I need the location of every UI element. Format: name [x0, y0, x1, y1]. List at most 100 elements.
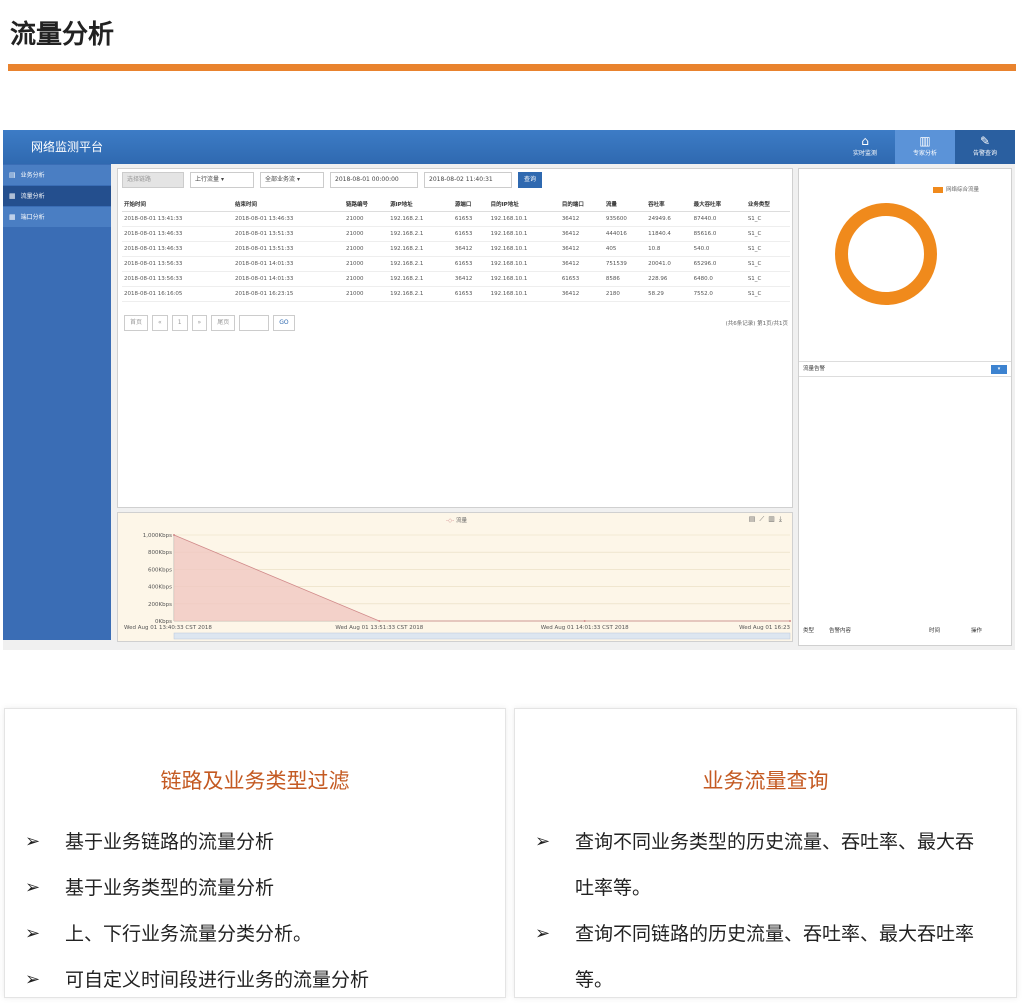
table-cell: 21000 — [343, 226, 389, 242]
table-row[interactable]: 2018-08-01 13:46:33 2018-08-01 13:51:33 21… — [122, 226, 790, 242]
table-row[interactable]: 2018-08-01 13:56:33 2018-08-01 14:01:33 21… — [122, 271, 790, 287]
download-icon[interactable]: ⤓ — [779, 515, 786, 523]
table-cell: 192.168.2.1 — [388, 226, 453, 242]
table-row[interactable]: 2018-08-01 13:46:33 2018-08-01 13:51:33 21… — [122, 241, 790, 257]
first-page-button[interactable]: 首页 — [124, 315, 149, 331]
app-screenshot: 网络监测平台 ⌂ 实时监测 ▥ 专家分析 ✎ 告警查询 ▤ 业务分析 ▦ 流量分析 … — [3, 130, 1015, 650]
table-cell: 2018-08-01 13:41:33 — [122, 211, 233, 227]
sidebar-item-label: 端口分析 — [20, 214, 45, 221]
table-cell: 2018-08-01 13:46:33 — [232, 211, 344, 227]
table-column-header[interactable]: 链路编号 — [343, 197, 389, 212]
table-cell: 192.168.2.1 — [388, 271, 453, 287]
list-item: ➢ 查询不同链路的历史流量、吞吐率、最大吞吐率等。 — [535, 911, 975, 1003]
zoom-slider[interactable] — [173, 632, 791, 640]
alarm-col-time: 时间 — [929, 628, 941, 634]
list-item: ➢ 可自定义时间段进行业务的流量分析 — [25, 957, 495, 1003]
data-view-icon[interactable]: ▤ — [749, 515, 760, 523]
direction-select[interactable]: 上行流量 ▾ — [190, 172, 254, 188]
sidebar-item-service-analysis[interactable]: ▤ 业务分析 — [3, 165, 111, 185]
table-cell: 58.29 — [646, 286, 692, 302]
next-page-button[interactable]: » — [191, 315, 208, 331]
table-column-header[interactable]: 开始时间 — [122, 197, 233, 212]
grid-icon: ▦ — [9, 213, 16, 221]
donut-chart — [835, 203, 937, 305]
table-cell: 192.168.2.1 — [388, 286, 453, 302]
table-cell: 2018-08-01 14:01:33 — [232, 271, 344, 287]
link-select[interactable]: 选择链路 — [122, 172, 184, 188]
feature-card-query: 业务流量查询 ➢ 查询不同业务类型的历史流量、吞吐率、最大吞吐率等。 ➢ 查询不同链… — [514, 708, 1017, 998]
y-tick-label: 200Kbps — [148, 602, 172, 608]
data-point — [583, 620, 586, 622]
list-item-text: 可自定义时间段进行业务的流量分析 — [65, 969, 370, 991]
table-cell: 751539 — [603, 256, 647, 272]
table-cell: 21000 — [343, 211, 389, 227]
search-button[interactable]: 查询 — [518, 172, 543, 188]
table-column-header[interactable]: 业务类型 — [745, 197, 790, 212]
table-row[interactable]: 2018-08-01 13:41:33 2018-08-01 13:46:33 21… — [122, 211, 790, 227]
pie-legend[interactable]: 网络综合流量 — [933, 185, 979, 193]
go-button[interactable]: GO — [273, 315, 295, 331]
bar-chart-icon[interactable]: ▥ — [768, 515, 779, 523]
table-cell: 192.168.2.1 — [388, 211, 453, 227]
title-divider — [8, 64, 1016, 71]
end-time-input[interactable]: 2018-08-02 11:40:31 — [424, 172, 512, 188]
card-title: 链路及业务类型过滤 — [160, 769, 350, 793]
table-cell: 192.168.2.1 — [388, 241, 453, 257]
page-jump-input[interactable] — [239, 315, 270, 331]
table-header-row: 开始时间 结束时间 链路编号 源IP地址 源端口 目的IP地址 目的端口 流量 吞吐率 最大吞吐率… — [122, 197, 790, 212]
last-page-button[interactable]: 尾页 — [211, 315, 236, 331]
list-item-text: 基于业务类型的流量分析 — [65, 877, 275, 899]
service-select[interactable]: 全部业务流 ▾ — [260, 172, 324, 188]
table-cell: 2018-08-01 13:46:33 — [122, 226, 233, 242]
card-list: ➢ 查询不同业务类型的历史流量、吞吐率、最大吞吐率等。 ➢ 查询不同链路的历史流量、… — [535, 819, 975, 1003]
table-cell: 21000 — [343, 271, 389, 287]
line-chart-icon[interactable]: ⟋ — [759, 515, 768, 523]
arrow-bullet-icon: ➢ — [25, 877, 41, 898]
table-cell: 11840.4 — [646, 226, 692, 242]
sidebar-item-traffic-analysis[interactable]: ▦ 流量分析 — [3, 186, 111, 206]
table-column-header[interactable]: 结束时间 — [232, 197, 344, 212]
table-cell: 36412 — [559, 241, 604, 257]
table-cell: S1_C — [745, 271, 790, 287]
table-row[interactable]: 2018-08-01 16:16:05 2018-08-01 16:23:15 21… — [122, 286, 790, 302]
table-cell: 2018-08-01 13:56:33 — [122, 256, 233, 272]
chart-svg: 1,000Kbps800Kbps600Kbps400Kbps200Kbps0Kb… — [124, 533, 791, 640]
table-cell: 21000 — [343, 286, 389, 302]
table-cell: 10.8 — [646, 241, 692, 257]
table-row[interactable]: 2018-08-01 13:56:33 2018-08-01 14:01:33 21… — [122, 256, 790, 272]
start-time-input[interactable]: 2018-08-01 00:00:00 — [330, 172, 418, 188]
sidebar-item-port-analysis[interactable]: ▦ 端口分析 — [3, 207, 111, 227]
prev-page-button[interactable]: « — [152, 315, 168, 331]
legend-swatch — [933, 186, 943, 193]
arrow-bullet-icon: ➢ — [25, 969, 41, 990]
top-tabs: ⌂ 实时监测 ▥ 专家分析 ✎ 告警查询 — [835, 130, 1015, 164]
legend-marker-icon: -◇- — [446, 518, 455, 524]
table-cell: 228.96 — [646, 271, 692, 287]
table-cell: 192.168.10.1 — [488, 211, 560, 227]
table-cell: S1_C — [745, 286, 790, 302]
table-cell: 36412 — [559, 226, 604, 242]
alarm-dropdown-button[interactable]: ▾ — [991, 365, 1007, 374]
page-number[interactable]: 1 — [171, 315, 188, 331]
table-cell: 2018-08-01 16:23:15 — [232, 286, 344, 302]
table-column-header[interactable]: 源端口 — [452, 197, 489, 212]
table-cell: 192.168.2.1 — [388, 256, 453, 272]
page-info: (共6条记录) 第1页/共1页 — [725, 321, 788, 327]
table-column-header[interactable]: 最大吞吐率 — [691, 197, 746, 212]
table-cell: 20041.0 — [646, 256, 692, 272]
table-cell: S1_C — [745, 226, 790, 242]
table-column-header[interactable]: 源IP地址 — [388, 197, 453, 212]
tab-alarm-query[interactable]: ✎ 告警查询 — [955, 130, 1015, 164]
tab-expert-analysis[interactable]: ▥ 专家分析 — [895, 130, 955, 164]
table-column-header[interactable]: 吞吐率 — [646, 197, 692, 212]
table-column-header[interactable]: 流量 — [603, 197, 647, 212]
filter-bar: 选择链路 上行流量 ▾ 全部业务流 ▾ 2018-08-01 00:00:00 … — [122, 172, 543, 188]
x-tick-label: Wed Aug 01 14:01:33 CST 2018 — [541, 625, 629, 631]
tab-realtime[interactable]: ⌂ 实时监测 — [835, 130, 895, 164]
table-cell: 61653 — [452, 211, 489, 227]
alarm-col-type: 类型 — [803, 628, 815, 634]
chart-legend[interactable]: -◇- 流量 — [446, 516, 467, 524]
table-column-header[interactable]: 目的端口 — [559, 197, 604, 212]
table-column-header[interactable]: 目的IP地址 — [488, 197, 560, 212]
alarm-title: 流量告警 — [803, 366, 826, 372]
